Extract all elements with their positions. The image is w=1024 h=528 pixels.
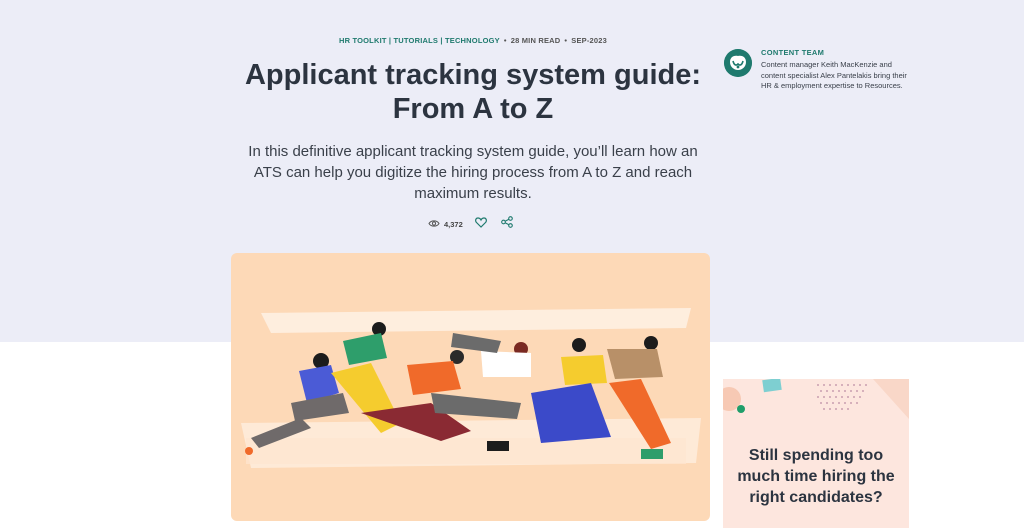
heart-icon xyxy=(474,215,487,233)
view-count-value: 4,372 xyxy=(444,219,463,229)
article-meta: HR TOOLKIT | TUTORIALS | TECHNOLOGY • 28 M… xyxy=(230,36,716,45)
promo-headline[interactable]: Still spending too much time hiring the … xyxy=(733,445,899,508)
promo-card[interactable]: Still spending too much time hiring the … xyxy=(723,379,909,528)
view-count: 4,372 xyxy=(428,219,463,230)
author-bio: Content manager Keith MacKenzie and cont… xyxy=(761,60,907,90)
meta-separator: • xyxy=(503,36,507,45)
share-icon xyxy=(500,215,513,233)
publish-date: SEP-2023 xyxy=(571,36,608,45)
article-actions: 4,372 xyxy=(428,216,515,232)
category-links[interactable]: HR TOOLKIT | TUTORIALS | TECHNOLOGY xyxy=(339,36,500,45)
meta-separator: • xyxy=(564,36,568,45)
page-title: Applicant tracking system guide: From A … xyxy=(222,58,724,126)
title-line-2: From A to Z xyxy=(392,93,554,125)
hero-illustration xyxy=(231,253,710,521)
like-button[interactable] xyxy=(473,216,489,232)
eye-icon xyxy=(428,219,440,230)
article-page: HR TOOLKIT | TUTORIALS | TECHNOLOGY • 28 M… xyxy=(0,0,1024,528)
article-subtitle: In this definitive applicant tracking sy… xyxy=(248,143,698,202)
title-line-1: Applicant tracking system guide: xyxy=(244,59,702,91)
promo-decoration xyxy=(723,379,909,419)
read-time: 28 MIN READ xyxy=(510,36,561,45)
share-button[interactable] xyxy=(499,216,515,232)
author-card: CONTENT TEAM Content manager Keith MacKe… xyxy=(724,47,914,107)
running-people-illustration xyxy=(241,308,701,468)
author-label[interactable]: CONTENT TEAM xyxy=(761,48,824,57)
team-logo-icon xyxy=(724,49,752,77)
avatar[interactable] xyxy=(724,49,752,77)
